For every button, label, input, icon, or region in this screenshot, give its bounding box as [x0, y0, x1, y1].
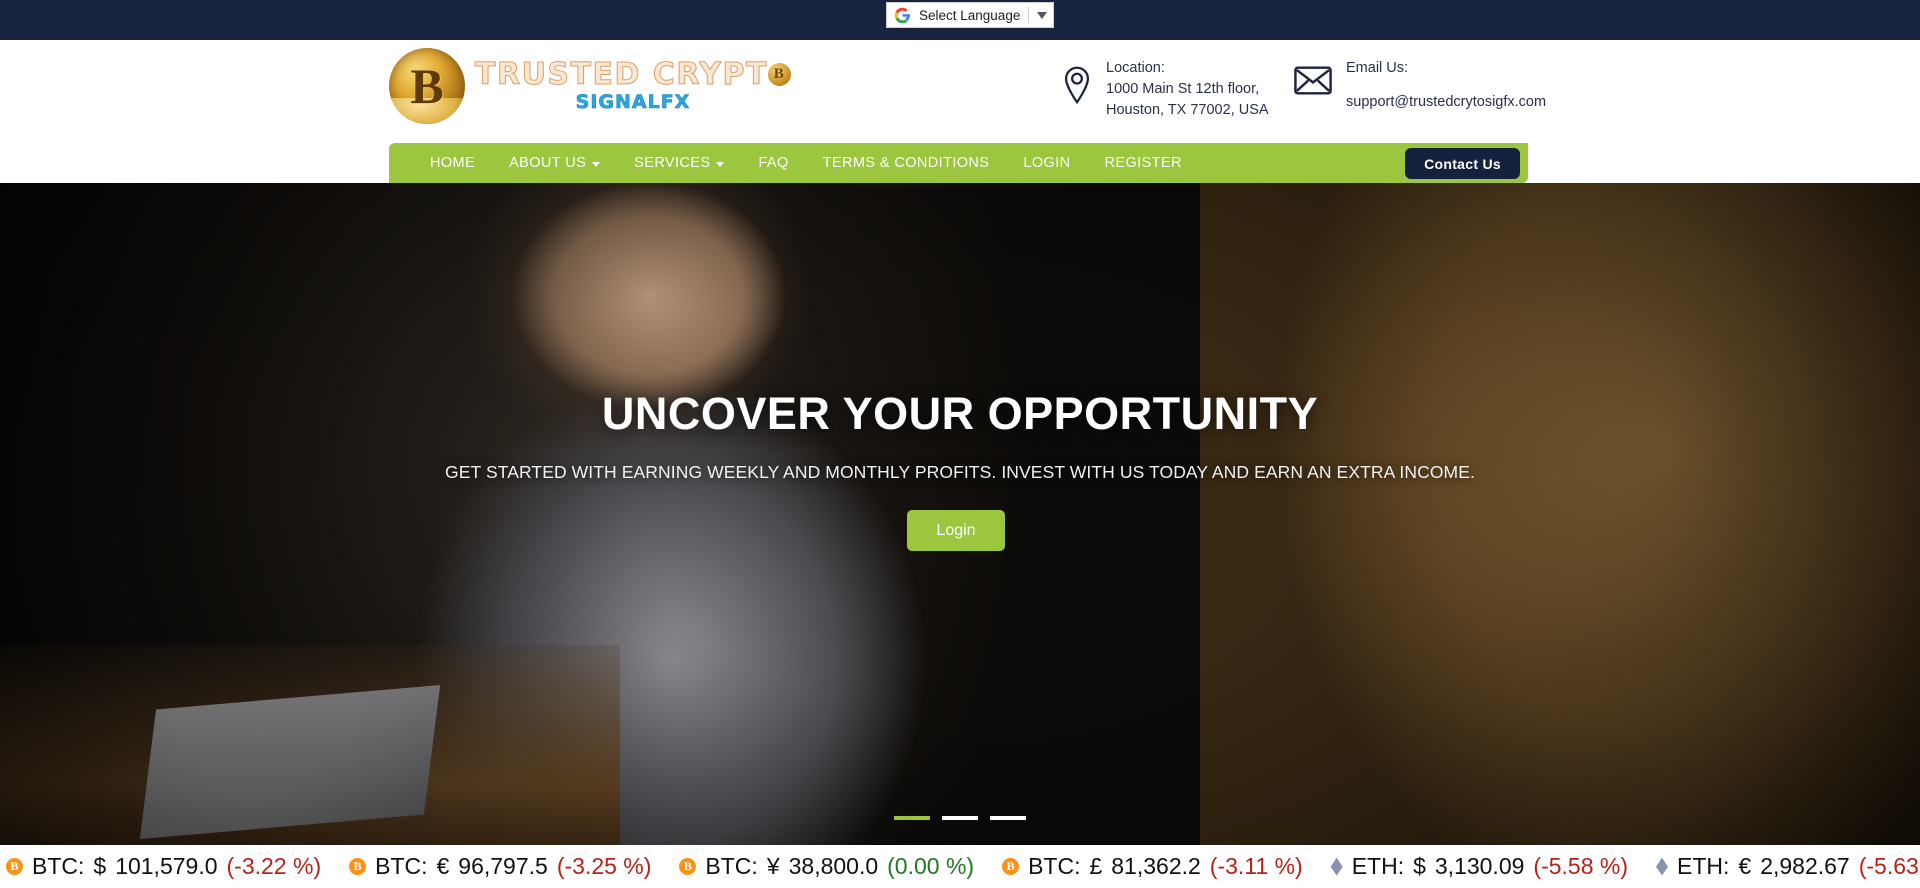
- translate-label: Select Language: [919, 7, 1021, 23]
- ticker-item[interactable]: ETH: $ 3,130.09 (-5.58 %): [1317, 853, 1642, 880]
- ticker-currency: €: [1738, 853, 1752, 879]
- top-language-bar: Select Language: [0, 0, 1920, 40]
- hero-subtitle: GET STARTED WITH EARNING WEEKLY AND MONT…: [445, 462, 1475, 482]
- logo-sub-text: SIGNALFX: [575, 90, 691, 113]
- envelope-icon: [1294, 66, 1332, 95]
- nav-label: REGISTER: [1104, 155, 1182, 171]
- logo-coin-o-icon: [768, 62, 791, 86]
- ticker-currency: £: [1089, 853, 1103, 879]
- divider: [1028, 7, 1030, 23]
- ticker-symbol: BTC:: [32, 853, 85, 879]
- google-translate-widget[interactable]: Select Language: [886, 2, 1055, 28]
- nav-item-home[interactable]: HOME: [413, 143, 492, 183]
- bitcoin-icon: [1002, 858, 1020, 875]
- hero-content: UNCOVER YOUR OPPORTUNITY GET STARTED WIT…: [0, 183, 1920, 845]
- crypto-price-ticker: BTC: $ 101,579.0 (-3.22 %) BTC: € 96,797…: [0, 845, 1920, 888]
- email-text: Email Us: support@trustedcrytosigfx.com: [1346, 58, 1546, 113]
- ticker-price: 96,797.5: [458, 853, 548, 879]
- location-line1: 1000 Main St 12th floor,: [1106, 81, 1260, 97]
- ticker-symbol: BTC:: [705, 853, 758, 879]
- ticker-currency: €: [436, 853, 450, 879]
- ticker-symbol: ETH:: [1351, 853, 1405, 879]
- ticker-change: (-5.58 %): [1533, 853, 1628, 879]
- logo-wordmark: TRUSTED CRYPT SIGNALFX: [475, 56, 791, 113]
- google-logo-icon: [894, 7, 910, 23]
- chevron-down-icon[interactable]: [1037, 11, 1048, 19]
- nav-label: FAQ: [758, 155, 789, 171]
- chevron-down-icon: [716, 161, 725, 167]
- hero-title: UNCOVER YOUR OPPORTUNITY: [601, 388, 1319, 439]
- ethereum-icon: [1330, 857, 1343, 876]
- header-email-block: Email Us: support@trustedcrytosigfx.com: [1294, 58, 1546, 113]
- carousel-indicator-2[interactable]: [942, 816, 978, 820]
- ticker-change: (-5.63 %): [1858, 853, 1920, 879]
- bitcoin-icon: [349, 858, 367, 875]
- ticker-change: (-3.11 %): [1209, 853, 1303, 879]
- carousel-indicator-1[interactable]: [894, 816, 930, 820]
- ticker-change: (0.00 %): [887, 853, 975, 879]
- ticker-currency: $: [93, 853, 107, 879]
- email-label: Email Us:: [1346, 60, 1409, 76]
- site-header: TRUSTED CRYPT SIGNALFX Location: 1000 Ma…: [0, 40, 1920, 143]
- ticker-price: 3,130.09: [1434, 853, 1525, 879]
- location-text: Location: 1000 Main St 12th floor, Houst…: [1106, 58, 1269, 121]
- ticker-currency: ¥: [766, 853, 780, 879]
- bitcoin-icon: [6, 858, 23, 875]
- logo-main-text: TRUSTED CRYPT: [475, 56, 768, 92]
- chevron-down-icon: [592, 161, 601, 167]
- nav-label: SERVICES: [634, 155, 711, 171]
- ticker-item[interactable]: BTC: ¥ 38,800.0 (0.00 %): [665, 853, 988, 880]
- email-address[interactable]: support@trustedcrytosigfx.com: [1346, 92, 1546, 113]
- nav-item-about-us[interactable]: ABOUT US: [492, 143, 617, 183]
- nav-item-register[interactable]: REGISTER: [1088, 143, 1199, 183]
- ethereum-icon: [1656, 857, 1668, 876]
- hero-carousel: UNCOVER YOUR OPPORTUNITY GET STARTED WIT…: [0, 183, 1920, 845]
- contact-us-button[interactable]: Contact Us: [1405, 148, 1520, 179]
- location-label: Location:: [1106, 60, 1165, 76]
- carousel-indicator-3[interactable]: [990, 816, 1026, 820]
- ticker-change: (-3.25 %): [556, 853, 652, 879]
- ticker-change: (-3.22 %): [226, 853, 322, 879]
- ticker-item[interactable]: BTC: € 96,797.5 (-3.25 %): [335, 853, 665, 880]
- nav-label: HOME: [430, 155, 476, 171]
- ticker-item[interactable]: BTC: £ 81,362.2 (-3.11 %): [988, 853, 1317, 880]
- ticker-symbol: ETH:: [1677, 853, 1730, 879]
- main-navigation: HOME ABOUT US SERVICES FAQ TERMS & CONDI…: [389, 143, 1528, 183]
- nav-item-terms-and-conditions[interactable]: TERMS & CONDITIONS: [806, 143, 1007, 183]
- ticker-item[interactable]: ETH: € 2,982.67 (-5.63 %): [1642, 853, 1920, 880]
- location-line2: Houston, TX 77002, USA: [1106, 102, 1269, 118]
- nav-label: ABOUT US: [509, 155, 587, 171]
- ticker-price: 2,982.67: [1760, 853, 1850, 879]
- bitcoin-icon: [679, 858, 697, 875]
- hero-login-button[interactable]: Login: [907, 510, 1005, 551]
- nav-item-faq[interactable]: FAQ: [741, 143, 805, 183]
- nav-item-login[interactable]: LOGIN: [1006, 143, 1087, 183]
- ticker-item[interactable]: BTC: $ 101,579.0 (-3.22 %): [0, 853, 335, 880]
- bitcoin-coin-icon: [389, 48, 465, 124]
- nav-item-services[interactable]: SERVICES: [617, 143, 741, 183]
- ticker-price: 38,800.0: [788, 853, 879, 879]
- nav-label: TERMS & CONDITIONS: [822, 155, 990, 171]
- ticker-symbol: BTC:: [375, 853, 428, 879]
- map-pin-icon: [1064, 66, 1090, 104]
- site-logo[interactable]: TRUSTED CRYPT SIGNALFX: [389, 48, 791, 124]
- nav-item-list: HOME ABOUT US SERVICES FAQ TERMS & CONDI…: [389, 143, 1199, 183]
- carousel-indicators: [0, 816, 1920, 820]
- header-location-block: Location: 1000 Main St 12th floor, Houst…: [1062, 58, 1269, 121]
- ticker-currency: $: [1413, 853, 1426, 879]
- ticker-price: 81,362.2: [1111, 853, 1201, 879]
- nav-label: LOGIN: [1023, 155, 1071, 171]
- ticker-price: 101,579.0: [115, 853, 218, 879]
- ticker-symbol: BTC:: [1028, 853, 1081, 879]
